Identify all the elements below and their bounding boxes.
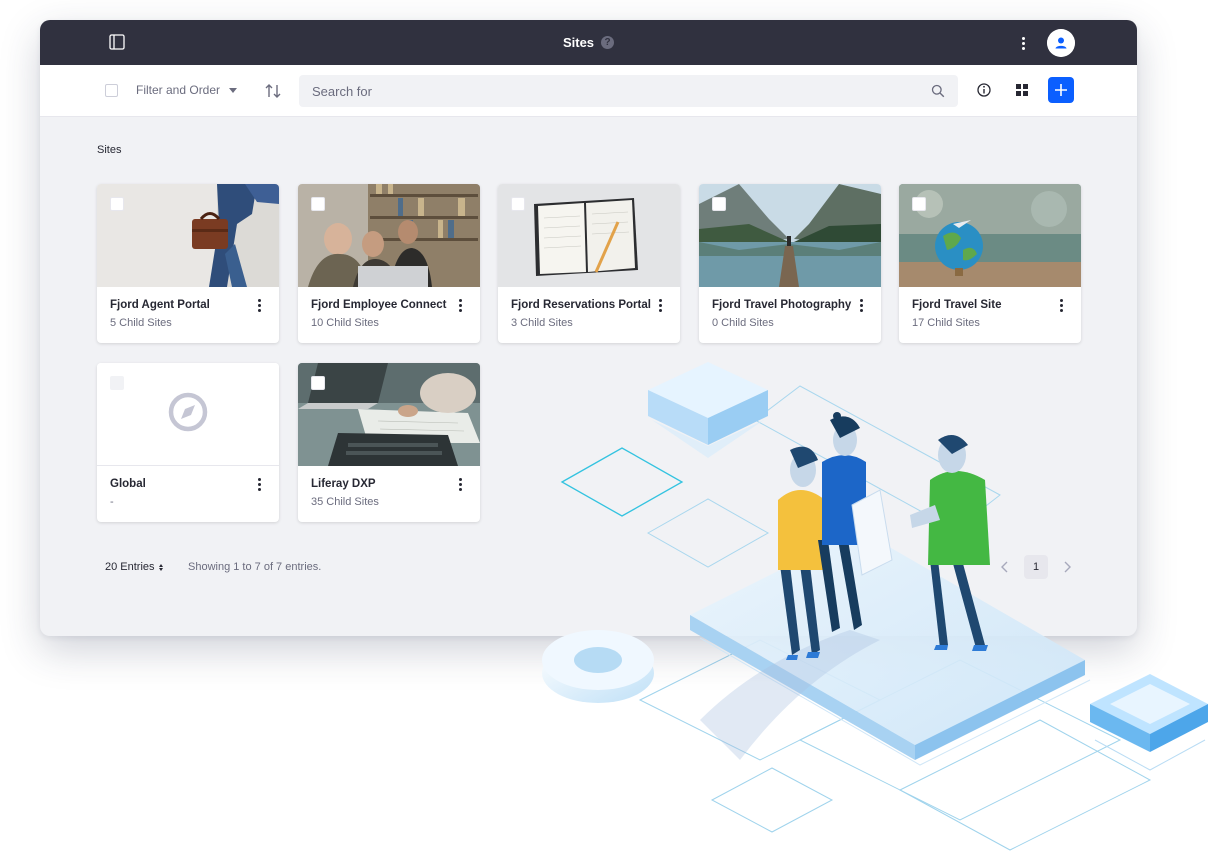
site-card[interactable]: Fjord Travel Site 17 Child Sites xyxy=(899,184,1081,343)
cards-view-icon[interactable] xyxy=(1015,83,1029,97)
site-card[interactable]: Fjord Agent Portal 5 Child Sites xyxy=(97,184,279,343)
site-card[interactable]: Fjord Employee Connect 10 Child Sites xyxy=(298,184,480,343)
child-sites-count: - xyxy=(110,496,114,508)
search-box xyxy=(299,75,958,107)
page-button[interactable]: 1 xyxy=(1024,555,1048,579)
chevron-left-icon[interactable] xyxy=(1000,560,1010,574)
site-actions-kebab-icon[interactable] xyxy=(455,478,465,494)
site-select-checkbox[interactable] xyxy=(311,376,325,390)
help-icon[interactable]: ? xyxy=(601,36,615,49)
site-card[interactable]: Fjord Travel Photography 0 Child Sites xyxy=(699,184,881,343)
entries-per-page-dropdown[interactable]: 20 Entries xyxy=(105,561,163,573)
site-thumbnail xyxy=(498,184,680,287)
site-name[interactable]: Fjord Travel Site xyxy=(912,299,1001,311)
site-name[interactable]: Fjord Reservations Portal xyxy=(511,299,651,311)
site-name[interactable]: Liferay DXP xyxy=(311,478,376,490)
search-icon[interactable] xyxy=(931,84,945,98)
site-thumbnail xyxy=(97,363,279,466)
app-window: Sites ? Filter and Order Search for Site… xyxy=(40,20,1137,636)
caret-down-icon xyxy=(229,87,238,93)
site-actions-kebab-icon[interactable] xyxy=(856,299,866,315)
site-thumbnail xyxy=(298,363,480,466)
site-select-checkbox[interactable] xyxy=(311,197,325,211)
site-card[interactable]: Global - xyxy=(97,363,279,522)
pagination-results: Showing 1 to 7 of 7 entries. xyxy=(188,561,322,573)
search-input[interactable] xyxy=(299,75,919,107)
site-actions-kebab-icon[interactable] xyxy=(1056,299,1066,315)
site-actions-kebab-icon[interactable] xyxy=(455,299,465,315)
site-name[interactable]: Fjord Travel Photography xyxy=(712,299,851,311)
site-thumbnail xyxy=(298,184,480,287)
site-actions-kebab-icon[interactable] xyxy=(254,478,264,494)
site-name[interactable]: Fjord Employee Connect xyxy=(311,299,446,311)
site-select-checkbox[interactable] xyxy=(110,376,124,390)
plus-icon xyxy=(1055,84,1067,96)
site-select-checkbox[interactable] xyxy=(110,197,124,211)
child-sites-count: 5 Child Sites xyxy=(110,317,172,329)
child-sites-count: 35 Child Sites xyxy=(311,496,379,508)
child-sites-count: 17 Child Sites xyxy=(912,317,980,329)
titlebar: Sites ? xyxy=(40,20,1137,65)
site-select-checkbox[interactable] xyxy=(912,197,926,211)
site-select-checkbox[interactable] xyxy=(511,197,525,211)
site-name[interactable]: Fjord Agent Portal xyxy=(110,299,210,311)
site-thumbnail xyxy=(899,184,1081,287)
kebab-icon[interactable] xyxy=(1016,33,1030,53)
child-sites-count: 10 Child Sites xyxy=(311,317,379,329)
section-title: Sites xyxy=(97,144,122,156)
sort-icon[interactable] xyxy=(264,82,282,100)
site-card[interactable]: Fjord Reservations Portal 3 Child Sites xyxy=(498,184,680,343)
title-area: Sites ? xyxy=(40,20,1137,65)
site-name[interactable]: Global xyxy=(110,478,146,490)
pagination: 1 xyxy=(1000,555,1072,579)
add-site-button[interactable] xyxy=(1048,77,1074,103)
site-actions-kebab-icon[interactable] xyxy=(655,299,665,315)
page-title: Sites xyxy=(562,35,595,50)
user-avatar-icon[interactable] xyxy=(1047,29,1075,57)
management-toolbar: Filter and Order xyxy=(40,65,1137,117)
entries-label: 20 Entries xyxy=(105,561,155,573)
info-icon[interactable] xyxy=(976,82,992,98)
site-select-checkbox[interactable] xyxy=(712,197,726,211)
select-all-checkbox[interactable] xyxy=(105,84,118,97)
site-thumbnail xyxy=(699,184,881,287)
filter-and-order-label: Filter and Order xyxy=(136,83,221,97)
site-card[interactable]: Liferay DXP 35 Child Sites xyxy=(298,363,480,522)
site-thumbnail xyxy=(97,184,279,287)
child-sites-count: 0 Child Sites xyxy=(712,317,774,329)
child-sites-count: 3 Child Sites xyxy=(511,317,573,329)
chevron-right-icon[interactable] xyxy=(1062,560,1072,574)
filter-and-order-dropdown[interactable]: Filter and Order xyxy=(136,83,238,97)
site-actions-kebab-icon[interactable] xyxy=(254,299,264,315)
sort-arrows-icon xyxy=(158,563,163,571)
